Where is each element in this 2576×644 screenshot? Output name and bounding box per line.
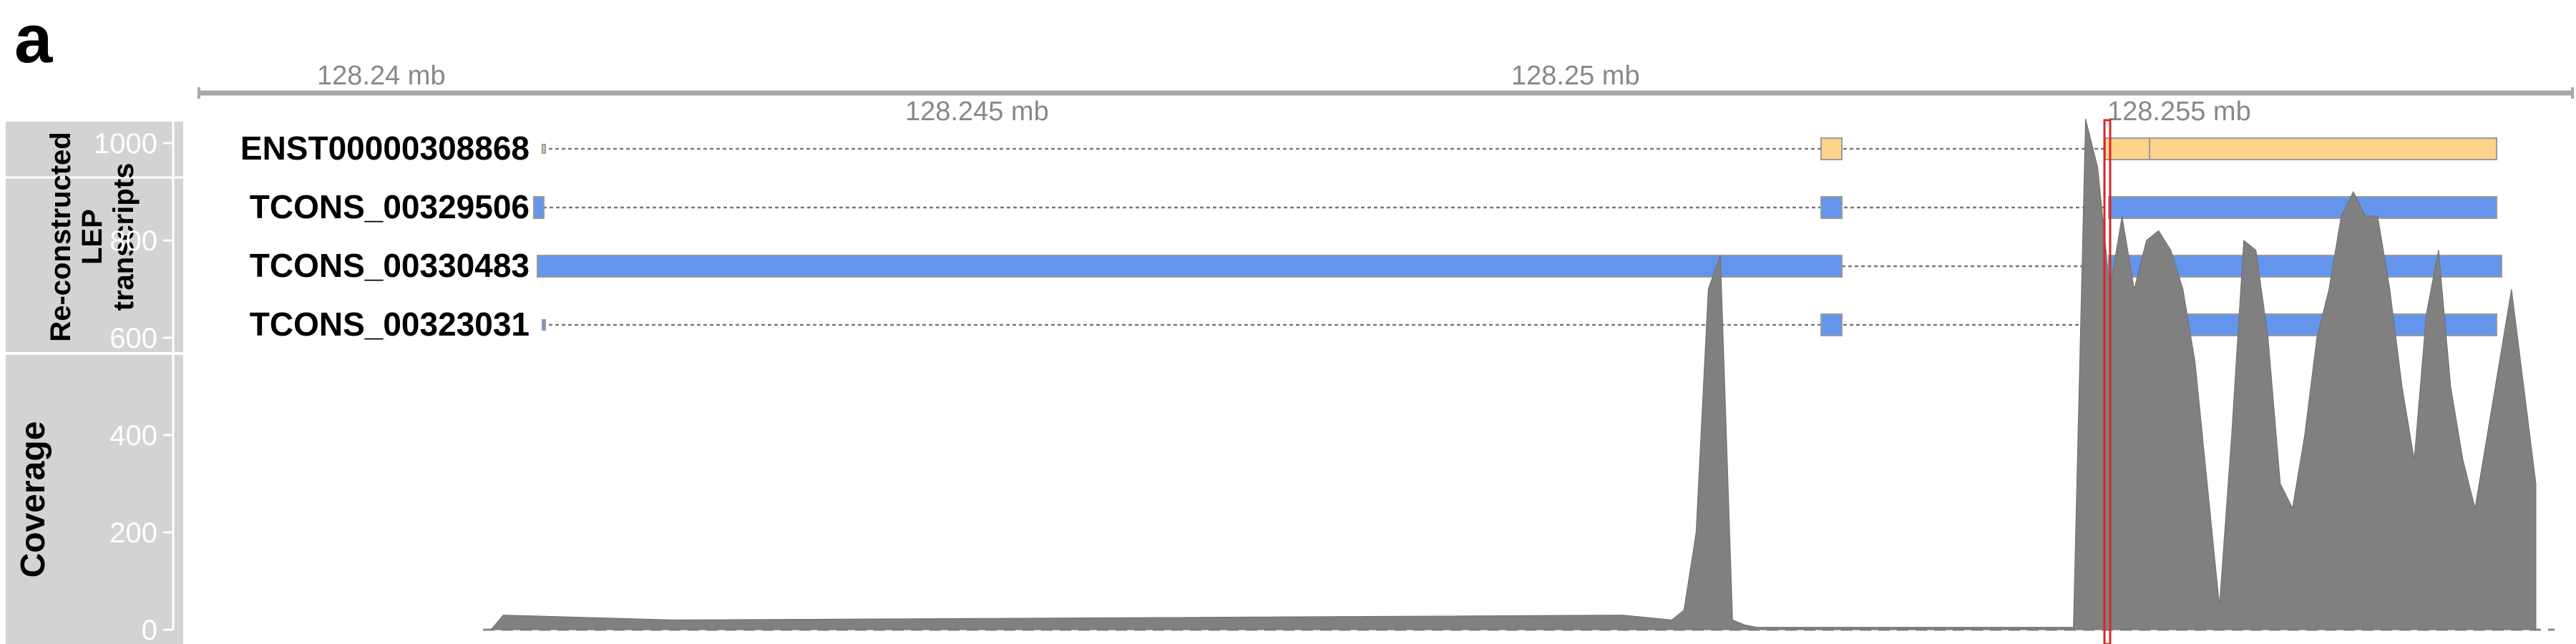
exon xyxy=(2108,196,2497,219)
genome-axis: 128.24 mb 128.25 mb 128.245 mb 128.255 m… xyxy=(197,61,2574,127)
transcript-name: ENST00000308868 xyxy=(240,130,530,167)
axis-tick-label: 128.24 mb xyxy=(317,61,446,91)
exon xyxy=(2104,137,2150,160)
y-tick-label: 0 xyxy=(142,615,157,644)
axis-tick-label: 128.245 mb xyxy=(905,97,1049,127)
exon xyxy=(1820,196,1843,219)
axis-tick-label: 128.255 mb xyxy=(2107,97,2251,127)
y-tick-label: 200 xyxy=(109,517,157,549)
coverage-title: Coverage xyxy=(14,421,52,578)
transcript-name: TCONS_00323031 xyxy=(250,306,530,343)
transcript-name: TCONS_00330483 xyxy=(250,247,530,284)
y-tick-label: 400 xyxy=(109,420,157,452)
exon xyxy=(533,196,545,219)
y-tick-label: 600 xyxy=(109,323,157,354)
transcript-row: TCONS_00329506 xyxy=(250,188,2497,225)
y-tick-label: 800 xyxy=(109,225,157,257)
transcript-name: TCONS_00329506 xyxy=(250,188,530,225)
exon xyxy=(537,255,1843,278)
exon xyxy=(1820,137,1843,160)
title-line: Re-constructed xyxy=(45,132,77,341)
axis-tick-label: 128.25 mb xyxy=(1511,61,1640,91)
exon xyxy=(542,319,546,331)
exon xyxy=(542,144,546,154)
coverage-plot xyxy=(483,118,2555,631)
genome-browser-figure: 128.24 mb 128.25 mb 128.245 mb 128.255 m… xyxy=(6,61,2574,644)
title-line: LEP xyxy=(77,209,108,265)
coverage-area xyxy=(490,118,2537,630)
exon xyxy=(2149,137,2497,160)
exon xyxy=(1820,313,1843,336)
y-tick-label: 1000 xyxy=(94,128,157,160)
transcript-row: ENST00000308868 xyxy=(240,130,2497,167)
